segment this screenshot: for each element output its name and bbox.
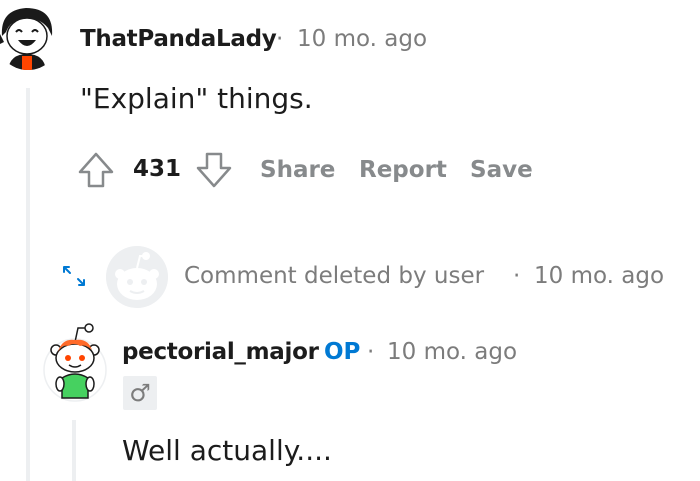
deleted-user-avatar bbox=[106, 246, 168, 308]
snoo-avatar-icon bbox=[43, 323, 107, 402]
meta-separator: · bbox=[276, 26, 284, 52]
save-button[interactable]: Save bbox=[470, 157, 533, 183]
snoo-placeholder-icon bbox=[106, 246, 168, 308]
deleted-comment-text: Comment deleted by user bbox=[184, 263, 485, 289]
expand-icon[interactable] bbox=[60, 263, 90, 295]
comment-thread: ThatPandaLady · 10 mo. ago "Explain" thi… bbox=[0, 0, 700, 481]
downvote-icon[interactable] bbox=[194, 150, 234, 194]
panda-avatar-icon bbox=[0, 6, 60, 70]
comment-author-username[interactable]: pectorial_major bbox=[122, 339, 319, 365]
op-badge: OP bbox=[324, 339, 361, 365]
comment-timestamp[interactable]: 10 mo. ago bbox=[297, 26, 427, 52]
share-button[interactable]: Share bbox=[260, 157, 335, 183]
comment-timestamp[interactable]: 10 mo. ago bbox=[534, 263, 664, 289]
avatar-pectorial-major[interactable] bbox=[42, 320, 108, 404]
meta-separator: · bbox=[367, 339, 375, 365]
thread-line-2[interactable] bbox=[72, 420, 76, 481]
avatar-thatpandalady[interactable] bbox=[0, 6, 60, 70]
thread-line-1[interactable] bbox=[26, 88, 30, 481]
comment-author-username[interactable]: ThatPandaLady bbox=[80, 26, 277, 52]
meta-separator: · bbox=[513, 263, 521, 289]
comment-timestamp[interactable]: 10 mo. ago bbox=[387, 339, 517, 365]
vote-count: 431 bbox=[133, 156, 182, 182]
upvote-icon[interactable] bbox=[76, 150, 116, 194]
comment-body: Well actually.... bbox=[122, 434, 332, 467]
comment-body: "Explain" things. bbox=[80, 82, 313, 115]
report-button[interactable]: Report bbox=[359, 157, 447, 183]
user-flair-male-icon: ♂ bbox=[123, 376, 157, 410]
